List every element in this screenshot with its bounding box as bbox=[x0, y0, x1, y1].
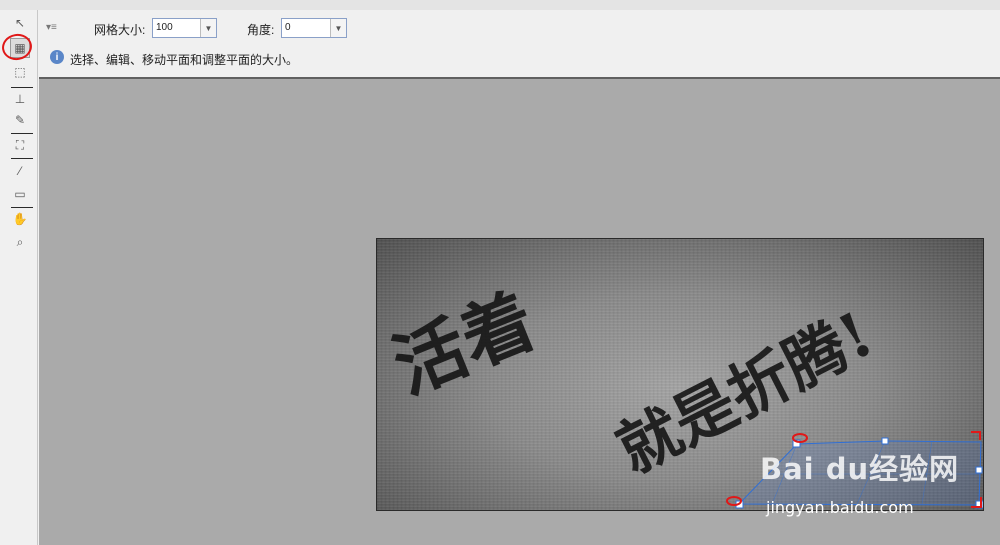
photo-artwork: 活着 就是折腾! bbox=[382, 277, 983, 509]
angle-label: 角度: bbox=[247, 23, 275, 37]
plane-handle bbox=[881, 437, 889, 445]
canvas-image[interactable]: 活着 就是折腾! bbox=[376, 238, 984, 511]
ruler-icon[interactable]: ▭ bbox=[11, 185, 29, 203]
plane-handle bbox=[975, 466, 983, 474]
options-bar: ▾≡ 网格大小: 100 ▼ 角度: 0 ▼ bbox=[39, 10, 1000, 46]
hint-bar: i 选择、编辑、移动平面和调整平面的大小。 bbox=[39, 46, 1000, 70]
grid-size-value[interactable]: 100 bbox=[153, 19, 200, 37]
stamp-icon[interactable]: ⊥ bbox=[11, 90, 29, 108]
grid-size-field[interactable]: 100 ▼ bbox=[152, 18, 217, 38]
angle-field[interactable]: 0 ▼ bbox=[281, 18, 347, 38]
window-top-strip bbox=[0, 0, 1000, 10]
annotation-marker bbox=[971, 431, 981, 440]
tool-palette: ↖ ▦ ⬚ ⊥ ✎ ⛶ ⁄ ▭ ✋ ⌕ bbox=[0, 10, 38, 545]
transform-icon[interactable]: ⛶ bbox=[11, 136, 29, 154]
chevron-down-icon[interactable]: ▼ bbox=[330, 19, 346, 37]
photo-text-line-1: 活着 bbox=[382, 277, 547, 410]
grid-size-label: 网格大小: bbox=[94, 23, 146, 37]
zoom-icon[interactable]: ⌕ bbox=[11, 233, 29, 251]
options-menu-icon[interactable]: ▾≡ bbox=[46, 22, 64, 34]
hand-icon[interactable]: ✋ bbox=[11, 210, 29, 228]
edit-plane-icon[interactable]: ▦ bbox=[10, 38, 30, 58]
brush-icon[interactable]: ✎ bbox=[11, 111, 29, 129]
info-icon: i bbox=[50, 50, 64, 64]
create-plane-icon[interactable]: ⬚ bbox=[11, 63, 29, 81]
tool-separator bbox=[11, 87, 33, 88]
tool-separator bbox=[11, 158, 33, 159]
chevron-down-icon[interactable]: ▼ bbox=[200, 19, 216, 37]
angle-value[interactable]: 0 bbox=[282, 19, 330, 37]
hint-text: 选择、编辑、移动平面和调整平面的大小。 bbox=[70, 53, 299, 67]
eyedropper-icon[interactable]: ⁄ bbox=[11, 162, 29, 180]
tool-separator bbox=[11, 133, 33, 134]
tool-separator bbox=[11, 207, 33, 208]
select-icon[interactable]: ↖ bbox=[11, 14, 29, 32]
